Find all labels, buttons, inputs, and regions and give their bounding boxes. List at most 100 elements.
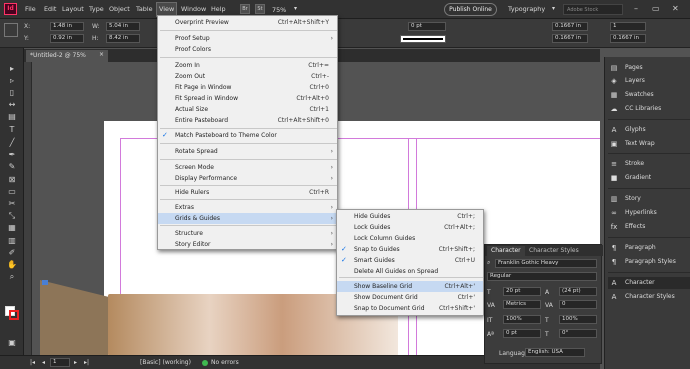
eyedropper-tool-icon[interactable]: ✐ (7, 248, 17, 258)
grids-menu-item-show-baseline-grid[interactable]: Show Baseline Grid Ctrl+Alt+' (337, 281, 483, 292)
grids-menu-item-lock-column-guides[interactable]: Lock Column Guides (337, 233, 483, 244)
preflight-profile[interactable]: [Basic] (working) (140, 359, 191, 366)
panel-item-glyphs[interactable]: A Glyphs (608, 124, 690, 136)
rectangle-frame-tool-icon[interactable]: ⊠ (7, 175, 17, 185)
grids-menu-item-lock-guides[interactable]: Lock Guides Ctrl+Alt+; (337, 222, 483, 233)
direct-selection-tool-icon[interactable]: ▹ (7, 76, 17, 86)
panel-item-character[interactable]: A Character (608, 277, 690, 289)
workspace-switcher[interactable]: Typography (508, 5, 545, 13)
w-field[interactable]: 5.04 in (106, 22, 140, 31)
pen-tool-icon[interactable]: ✒ (7, 150, 17, 160)
free-transform-tool-icon[interactable]: ⤡ (7, 211, 17, 221)
gap-tool-icon[interactable]: ↔ (7, 100, 17, 110)
tab-character[interactable]: Character (487, 246, 525, 256)
grids-menu-item-show-document-grid[interactable]: Show Document Grid Ctrl+' (337, 292, 483, 303)
view-menu-item-screen-mode[interactable]: Screen Mode › (158, 162, 337, 173)
maximize-button[interactable]: ▭ (652, 4, 660, 13)
font-search-icon[interactable]: ⌕ (487, 259, 490, 267)
tracking-field[interactable]: 0 (559, 300, 597, 309)
preflight-errors[interactable]: No errors (211, 359, 239, 366)
zoom-tool-icon[interactable]: ⌕ (7, 272, 17, 282)
columns-field[interactable]: 1 (610, 22, 646, 31)
panel-item-effects[interactable]: fx Effects (608, 221, 690, 233)
reference-point-icon[interactable] (4, 23, 18, 37)
zoom-dropdown-icon[interactable]: ▾ (294, 5, 297, 12)
panel-item-swatches[interactable]: ▦ Swatches (608, 89, 690, 101)
kerning-field[interactable]: Metrics (503, 300, 541, 309)
first-page-icon[interactable]: |◂ (30, 359, 35, 366)
frame-handle[interactable] (42, 280, 48, 285)
y-field[interactable]: 0.92 in (50, 34, 84, 43)
line-tool-icon[interactable]: ╱ (7, 138, 17, 148)
gutter-field[interactable]: 0.1667 in (610, 34, 646, 43)
view-menu-item-overprint-preview[interactable]: Overprint Preview Ctrl+Alt+Shift+Y (158, 17, 337, 28)
view-menu-item-display-performance[interactable]: Display Performance › (158, 173, 337, 184)
menu-window[interactable]: Window (181, 5, 206, 13)
font-family-dropdown[interactable]: Franklin Gothic Heavy (495, 259, 597, 268)
view-menu-item-zoom-in[interactable]: Zoom In Ctrl+= (158, 60, 337, 71)
publish-online-button[interactable]: Publish Online (444, 3, 497, 16)
menu-layout[interactable]: Layout (62, 5, 84, 13)
leading-field[interactable]: (24 pt) (559, 287, 597, 296)
panel-item-paragraph[interactable]: ¶ Paragraph (608, 242, 690, 254)
menu-type[interactable]: Type (89, 5, 104, 13)
document-tab[interactable]: *Untitled-2 @ 75% × (26, 50, 108, 62)
view-menu-item-entire-pasteboard[interactable]: Entire Pasteboard Ctrl+Alt+Shift+0 (158, 115, 337, 126)
type-tool-icon[interactable]: T (7, 125, 17, 135)
view-menu-item-zoom-out[interactable]: Zoom Out Ctrl+- (158, 71, 337, 82)
panel-item-hyperlinks[interactable]: ∞ Hyperlinks (608, 207, 690, 219)
corner-size-field[interactable]: 0.1667 in (552, 22, 588, 31)
minimize-button[interactable]: – (634, 4, 638, 13)
view-menu-item-fit-spread-in-window[interactable]: Fit Spread in Window Ctrl+Alt+0 (158, 93, 337, 104)
x-field[interactable]: 1.48 in (50, 22, 84, 31)
skew-field[interactable]: 0° (559, 329, 597, 338)
view-menu-item-fit-page-in-window[interactable]: Fit Page in Window Ctrl+0 (158, 82, 337, 93)
menu-table[interactable]: Table (136, 5, 153, 13)
stock-search-input[interactable]: Adobe Stock (563, 4, 623, 15)
workspace-chevron-icon[interactable]: ▾ (552, 5, 555, 12)
zoom-level[interactable]: 75% (272, 6, 286, 14)
view-menu-item-rotate-spread[interactable]: Rotate Spread › (158, 146, 337, 157)
h-field[interactable]: 8.42 in (106, 34, 140, 43)
stock-icon[interactable]: St (255, 4, 265, 14)
view-menu-item-proof-colors[interactable]: Proof Colors (158, 44, 337, 55)
horizontal-scale-field[interactable]: 100% (559, 315, 597, 324)
view-menu-item-extras[interactable]: Extras › (158, 202, 337, 213)
panel-item-story[interactable]: ▥ Story (608, 193, 690, 205)
pencil-tool-icon[interactable]: ✎ (7, 162, 17, 172)
content-collector-icon[interactable]: ▤ (7, 112, 17, 122)
menu-object[interactable]: Object (109, 5, 130, 13)
view-menu-item-proof-setup[interactable]: Proof Setup › (158, 33, 337, 44)
screen-mode-icon[interactable]: ▣ (7, 338, 17, 348)
menu-edit[interactable]: Edit (44, 5, 56, 13)
close-window-button[interactable]: ✕ (672, 4, 679, 13)
view-menu-item-actual-size[interactable]: Actual Size Ctrl+1 (158, 104, 337, 115)
selection-tool-icon[interactable]: ▸ (7, 64, 17, 74)
stroke-weight-field[interactable]: 0 pt (408, 22, 446, 31)
corner-size-field-2[interactable]: 0.1667 in (552, 34, 588, 43)
view-menu-item-grids-and-guides[interactable]: Grids & Guides › (158, 213, 337, 224)
panel-item-gradient[interactable]: ■ Gradient (608, 172, 690, 184)
grids-menu-item-snap-to-guides[interactable]: ✓ Snap to Guides Ctrl+Shift+; (337, 244, 483, 255)
panel-item-layers[interactable]: ◈ Layers (608, 75, 690, 87)
menu-help[interactable]: Help (211, 5, 226, 13)
panel-item-stroke[interactable]: ≡ Stroke (608, 158, 690, 170)
panel-item-cc-libraries[interactable]: ☁ CC Libraries (608, 103, 690, 115)
view-menu-item-match-pasteboard-to-theme-color[interactable]: ✓ Match Pasteboard to Theme Color (158, 130, 337, 141)
font-style-dropdown[interactable]: Regular (487, 272, 597, 281)
scissors-tool-icon[interactable]: ✂ (7, 199, 17, 209)
last-page-icon[interactable]: ▸| (84, 359, 89, 366)
next-page-icon[interactable]: ▸ (74, 359, 77, 366)
panel-item-text-wrap[interactable]: ▣ Text Wrap (608, 138, 690, 150)
stroke-swatch[interactable] (9, 310, 19, 320)
tab-character-styles[interactable]: Character Styles (525, 246, 583, 256)
grids-menu-item-delete-all-guides-on-spread[interactable]: Delete All Guides on Spread (337, 266, 483, 277)
bridge-icon[interactable]: Br (240, 4, 250, 14)
grids-menu-item-smart-guides[interactable]: ✓ Smart Guides Ctrl+U (337, 255, 483, 266)
baseline-shift-field[interactable]: 0 pt (503, 329, 541, 338)
menu-view[interactable]: View (159, 5, 174, 13)
panel-item-paragraph-styles[interactable]: ¶ Paragraph Styles (608, 256, 690, 268)
grids-menu-item-hide-guides[interactable]: Hide Guides Ctrl+; (337, 211, 483, 222)
view-menu-item-hide-rulers[interactable]: Hide Rulers Ctrl+R (158, 187, 337, 198)
note-tool-icon[interactable]: ▥ (7, 236, 17, 246)
